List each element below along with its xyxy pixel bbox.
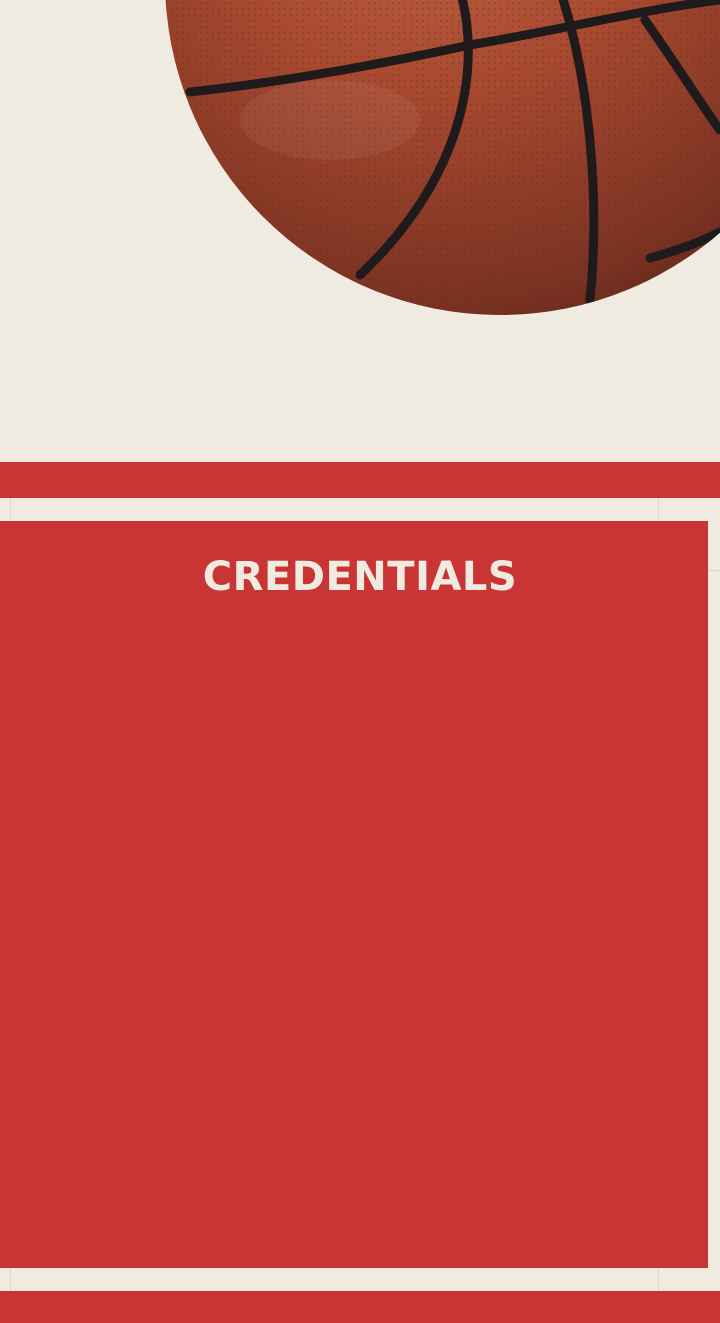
top-red-band [0,462,720,498]
hero-section [0,0,720,462]
section-title: CREDENTIALS [202,554,518,600]
bottom-red-band [0,1291,720,1323]
credentials-card [0,521,708,1268]
basketball-image [0,0,720,462]
basketball-icon [165,0,720,315]
